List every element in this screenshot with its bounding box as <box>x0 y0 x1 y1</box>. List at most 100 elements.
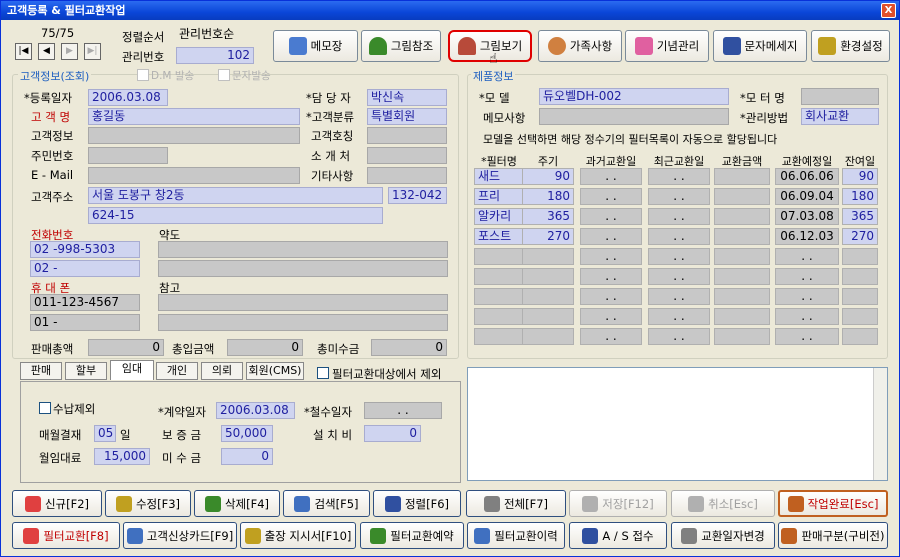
map-field-2[interactable] <box>158 260 448 277</box>
last-record-button[interactable]: ▶| <box>84 43 101 60</box>
filter-cell[interactable] <box>522 328 574 345</box>
row2-button[interactable]: 필터교환이력 <box>467 522 565 549</box>
name-field[interactable]: 홍길동 <box>88 108 300 125</box>
filter-cell[interactable]: . . <box>775 268 839 285</box>
memo-button[interactable]: 메모장 <box>273 30 358 62</box>
filter-cell[interactable]: 180 <box>522 188 574 205</box>
row1-button[interactable]: 저장[F12] <box>569 490 667 517</box>
note-field-1[interactable] <box>158 294 448 311</box>
mobile1-field[interactable]: 011-123-4567 <box>30 294 140 311</box>
filter-cell[interactable] <box>522 308 574 325</box>
sms-checkbox[interactable] <box>218 69 230 81</box>
filter-cell[interactable]: . . <box>648 168 710 185</box>
filter-cell[interactable] <box>842 288 878 305</box>
prev-record-button[interactable]: ◀ <box>38 43 55 60</box>
email-field[interactable] <box>88 167 300 184</box>
filter-cell[interactable] <box>842 308 878 325</box>
model-field[interactable]: 듀오벨DH-002 <box>539 88 729 105</box>
filter-cell[interactable] <box>842 328 878 345</box>
row1-button[interactable]: 수정[F3] <box>105 490 191 517</box>
memo-field[interactable] <box>539 108 729 125</box>
row2-button[interactable]: 고객신상카드[F9] <box>123 522 237 549</box>
dm-checkbox[interactable] <box>137 69 149 81</box>
exclude-payment-checkbox[interactable] <box>39 402 51 414</box>
filter-cell[interactable]: . . <box>648 268 710 285</box>
filter-cell[interactable] <box>714 248 770 265</box>
addr2-field[interactable]: 624-15 <box>88 207 383 224</box>
addr1-field[interactable]: 서울 도봉구 창2동 <box>88 187 383 204</box>
filter-cell[interactable]: 새드 <box>474 168 524 185</box>
phone1-field[interactable]: 02 -998-5303 <box>30 241 140 258</box>
rental-fee-field[interactable]: 15,000 <box>94 448 150 465</box>
mgmt-number-field[interactable]: 102 <box>176 47 254 64</box>
next-record-button[interactable]: ▶ <box>61 43 78 60</box>
filter-cell[interactable]: 포스트 <box>474 228 524 245</box>
filter-cell[interactable] <box>714 168 770 185</box>
sms-button[interactable]: 문자메세지 <box>713 30 807 62</box>
close-button[interactable]: X <box>881 3 896 18</box>
filter-cell[interactable] <box>714 288 770 305</box>
filter-cell[interactable] <box>474 288 524 305</box>
filter-cell[interactable]: . . <box>775 288 839 305</box>
filter-cell[interactable] <box>714 208 770 225</box>
row2-button[interactable]: 판매구분(구비전) <box>778 522 888 549</box>
tab-installment[interactable]: 할부 <box>65 362 107 380</box>
filter-cell[interactable]: 06.12.03 <box>775 228 839 245</box>
unpaid-total-field[interactable]: 0 <box>371 339 447 356</box>
filter-cell[interactable]: 알카리 <box>474 208 524 225</box>
filter-cell[interactable]: 365 <box>842 208 878 225</box>
row1-button[interactable]: 취소[Esc] <box>671 490 775 517</box>
zip-field[interactable]: 132-042 <box>388 187 447 204</box>
anniversary-button[interactable]: 기념관리 <box>625 30 709 62</box>
filter-cell[interactable]: 270 <box>842 228 878 245</box>
filter-cell[interactable] <box>474 248 524 265</box>
filter-cell[interactable]: . . <box>648 228 710 245</box>
row1-button[interactable]: 신규[F2] <box>12 490 102 517</box>
filter-cell[interactable]: . . <box>580 248 642 265</box>
filter-cell[interactable] <box>842 248 878 265</box>
filter-cell[interactable]: 90 <box>842 168 878 185</box>
sort-value[interactable]: 관리번호순 <box>176 27 256 44</box>
filter-cell[interactable]: . . <box>775 328 839 345</box>
paid-total-field[interactable]: 0 <box>227 339 303 356</box>
reg-date-field[interactable]: 2006.03.08 <box>88 89 168 106</box>
filter-cell[interactable] <box>522 248 574 265</box>
filter-cell[interactable]: . . <box>580 208 642 225</box>
ref-field[interactable] <box>367 147 447 164</box>
row2-button[interactable]: 필터교환예약 <box>360 522 464 549</box>
filter-cell[interactable]: 프리 <box>474 188 524 205</box>
rental-unpaid-field[interactable]: 0 <box>221 448 273 465</box>
filter-cell[interactable] <box>474 328 524 345</box>
filter-cell[interactable]: . . <box>648 308 710 325</box>
filter-cell[interactable]: . . <box>580 308 642 325</box>
filter-cell[interactable] <box>474 268 524 285</box>
filter-cell[interactable]: . . <box>648 248 710 265</box>
filter-cell[interactable]: 07.03.08 <box>775 208 839 225</box>
filter-cell[interactable]: . . <box>648 288 710 305</box>
class-field[interactable]: 특별회원 <box>367 108 447 125</box>
filter-cell[interactable] <box>714 268 770 285</box>
row2-button[interactable]: A / S 접수 <box>569 522 667 549</box>
title-field[interactable] <box>367 127 447 144</box>
filter-cell[interactable] <box>714 188 770 205</box>
filter-cell[interactable]: . . <box>580 268 642 285</box>
tab-member-cms[interactable]: 회원(CMS) <box>246 362 304 380</box>
first-record-button[interactable]: |◀ <box>15 43 32 60</box>
phone2-field[interactable]: 02 - <box>30 260 140 277</box>
method-field[interactable]: 회사교환 <box>801 108 879 125</box>
filter-cell[interactable]: . . <box>580 328 642 345</box>
picture-reference-button[interactable]: 그림참조 <box>361 30 441 62</box>
filter-cell[interactable]: . . <box>775 308 839 325</box>
info-field[interactable] <box>88 127 300 144</box>
motor-field[interactable] <box>801 88 879 105</box>
row2-button[interactable]: 필터교환[F8] <box>12 522 120 549</box>
filter-cell[interactable] <box>714 328 770 345</box>
filter-cell[interactable]: 06.06.06 <box>775 168 839 185</box>
filter-cell[interactable]: 180 <box>842 188 878 205</box>
filter-cell[interactable] <box>714 228 770 245</box>
etc-field[interactable] <box>367 167 447 184</box>
filter-cell[interactable] <box>714 308 770 325</box>
row1-button[interactable]: 전체[F7] <box>466 490 566 517</box>
row1-button[interactable]: 삭제[F4] <box>194 490 280 517</box>
settings-button[interactable]: 환경설정 <box>811 30 890 62</box>
